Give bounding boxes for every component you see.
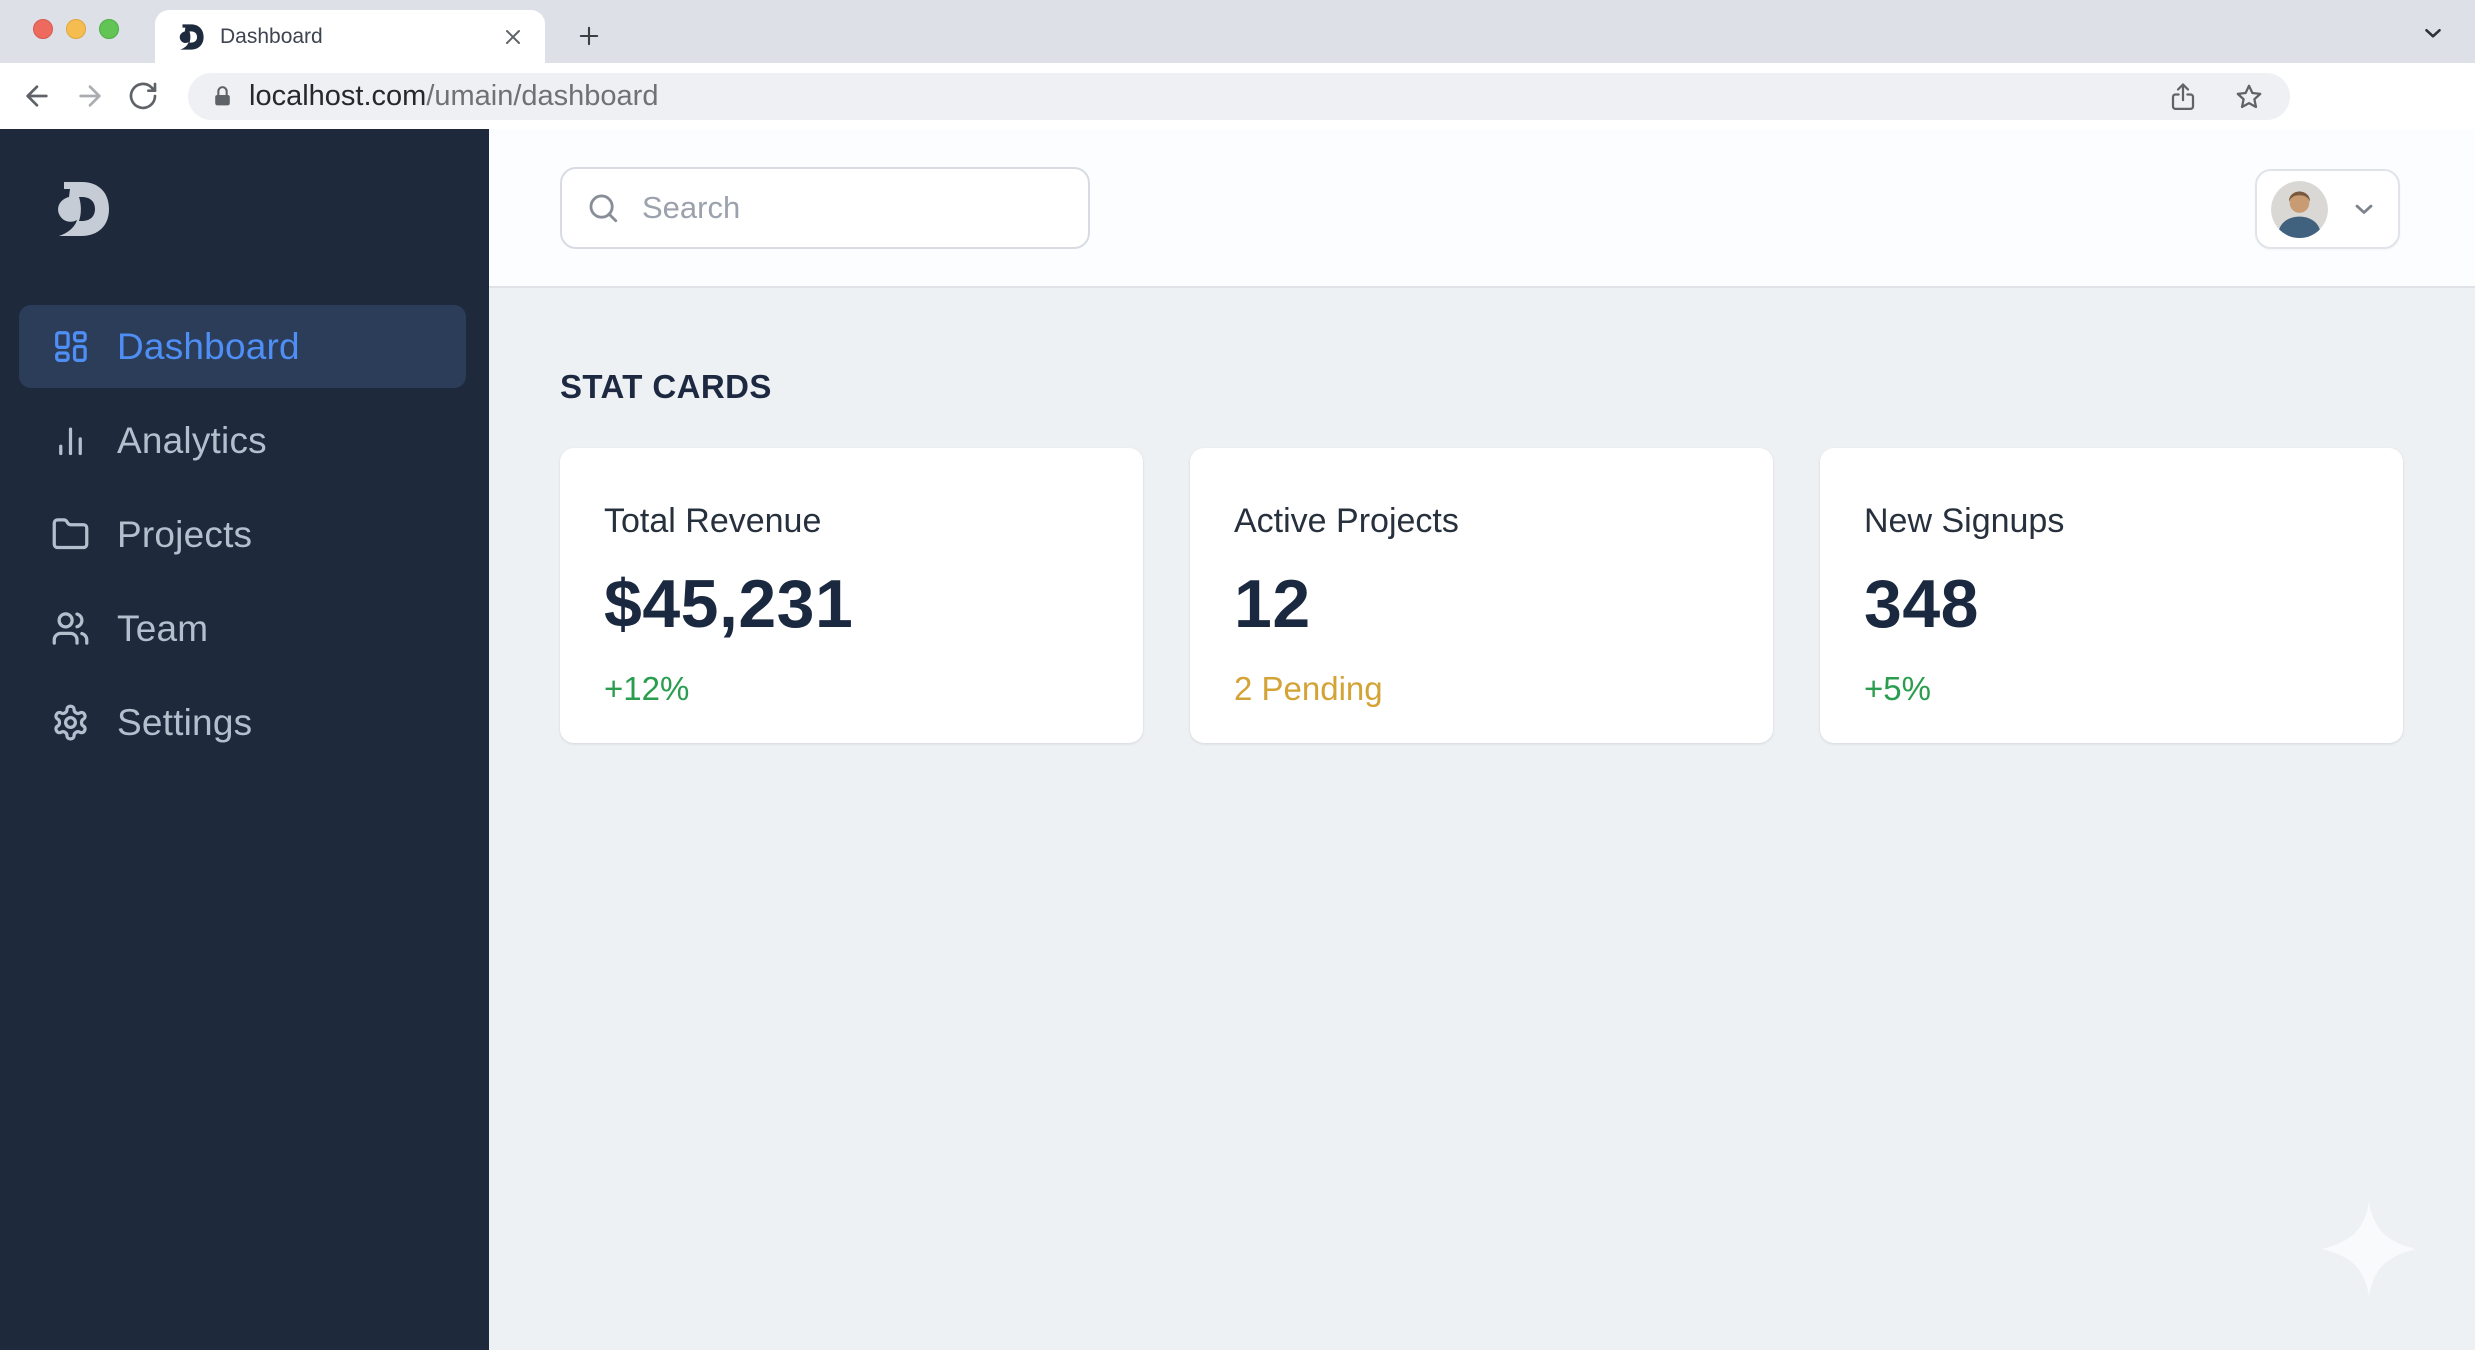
stat-card-title: Total Revenue: [604, 502, 822, 540]
new-tab-button[interactable]: [575, 22, 603, 50]
sidebar: Dashboard Analytics Projects Team Settin…: [0, 129, 489, 1350]
back-icon[interactable]: [21, 80, 53, 112]
app-logo-favicon: [179, 23, 204, 50]
window-controls: [33, 19, 119, 39]
tab-close-icon[interactable]: [501, 25, 525, 49]
sidebar-item-label: Analytics: [117, 419, 267, 461]
app-viewport: Dashboard Analytics Projects Team Settin…: [0, 129, 2475, 1350]
sidebar-item-label: Projects: [117, 513, 253, 555]
tab-strip: Dashboard: [0, 0, 2475, 63]
stat-cards-row: Total Revenue $45,231 +12% Active Projec…: [560, 448, 2475, 743]
page-content: STAT CARDS Total Revenue $45,231 +12% Ac…: [489, 288, 2475, 1350]
user-avatar: [2271, 180, 2328, 238]
users-icon: [52, 612, 89, 645]
main-area: STAT CARDS Total Revenue $45,231 +12% Ac…: [489, 129, 2475, 1350]
bar-chart-icon: [59, 427, 82, 456]
browser-toolbar-items: localhost.com/umain/dashboard: [0, 63, 2475, 179]
sidebar-nav: Dashboard Analytics Projects Team Settin…: [19, 305, 466, 775]
browser-window: Dashboard localhost.com/umain/dashboard …: [0, 0, 2475, 1350]
stat-card-value: 348: [1864, 566, 1979, 642]
url-host: localhost.com: [249, 80, 427, 112]
stat-card-delta: +5%: [1864, 670, 1931, 707]
window-zoom-button[interactable]: [99, 19, 119, 39]
sidebar-item-projects[interactable]: Projects: [19, 493, 466, 576]
stat-card-delta: +12%: [604, 670, 690, 707]
share-icon[interactable]: [2168, 82, 2198, 112]
gear-icon: [54, 704, 87, 741]
lock-icon: [215, 86, 230, 106]
forward-icon[interactable]: [74, 80, 106, 112]
stat-card-active-projects: Active Projects 12 2 Pending: [1190, 448, 1773, 743]
search-input[interactable]: [642, 189, 1064, 226]
sidebar-item-settings[interactable]: Settings: [19, 681, 466, 764]
search-box[interactable]: [560, 166, 1090, 249]
sidebar-item-dashboard[interactable]: Dashboard: [19, 305, 466, 388]
stat-card-title: Active Projects: [1234, 502, 1459, 540]
stat-card-total-revenue: Total Revenue $45,231 +12%: [560, 448, 1143, 743]
stat-card-title: New Signups: [1864, 502, 2065, 540]
dashboard-grid-icon: [55, 331, 87, 362]
browser-tab[interactable]: Dashboard: [155, 10, 545, 63]
url-text: localhost.com/umain/dashboard: [249, 80, 658, 113]
tab-title: Dashboard: [220, 24, 323, 48]
stat-card-value: 12: [1234, 566, 1311, 642]
bookmark-star-icon[interactable]: [2234, 82, 2264, 112]
sparkle-icon: [2321, 1201, 2417, 1297]
omnibox-actions: [2168, 82, 2264, 112]
sidebar-item-team[interactable]: Team: [19, 587, 466, 670]
window-minimize-button[interactable]: [66, 19, 86, 39]
search-icon: [589, 194, 618, 222]
address-bar[interactable]: localhost.com/umain/dashboard: [188, 73, 2290, 120]
folder-icon: [52, 518, 89, 550]
window-close-button[interactable]: [33, 19, 53, 39]
sidebar-item-label: Dashboard: [117, 325, 300, 367]
reload-icon[interactable]: [127, 80, 159, 112]
app-logo: [58, 182, 109, 236]
chevron-down-icon: [2355, 204, 2373, 214]
user-menu-button[interactable]: [2255, 169, 2400, 249]
app-header: [489, 129, 2475, 288]
sidebar-item-label: Team: [117, 607, 209, 649]
tab-search-chevron-icon[interactable]: [2420, 20, 2446, 46]
sidebar-item-analytics[interactable]: Analytics: [19, 399, 466, 482]
stat-card-new-signups: New Signups 348 +5%: [1820, 448, 2403, 743]
stat-card-delta: 2 Pending: [1234, 670, 1383, 707]
section-title: STAT CARDS: [560, 368, 772, 405]
user-photo: [2271, 180, 2328, 238]
stat-card-value: $45,231: [604, 566, 854, 642]
sidebar-item-label: Settings: [117, 701, 253, 743]
url-path: /umain/dashboard: [426, 80, 659, 112]
